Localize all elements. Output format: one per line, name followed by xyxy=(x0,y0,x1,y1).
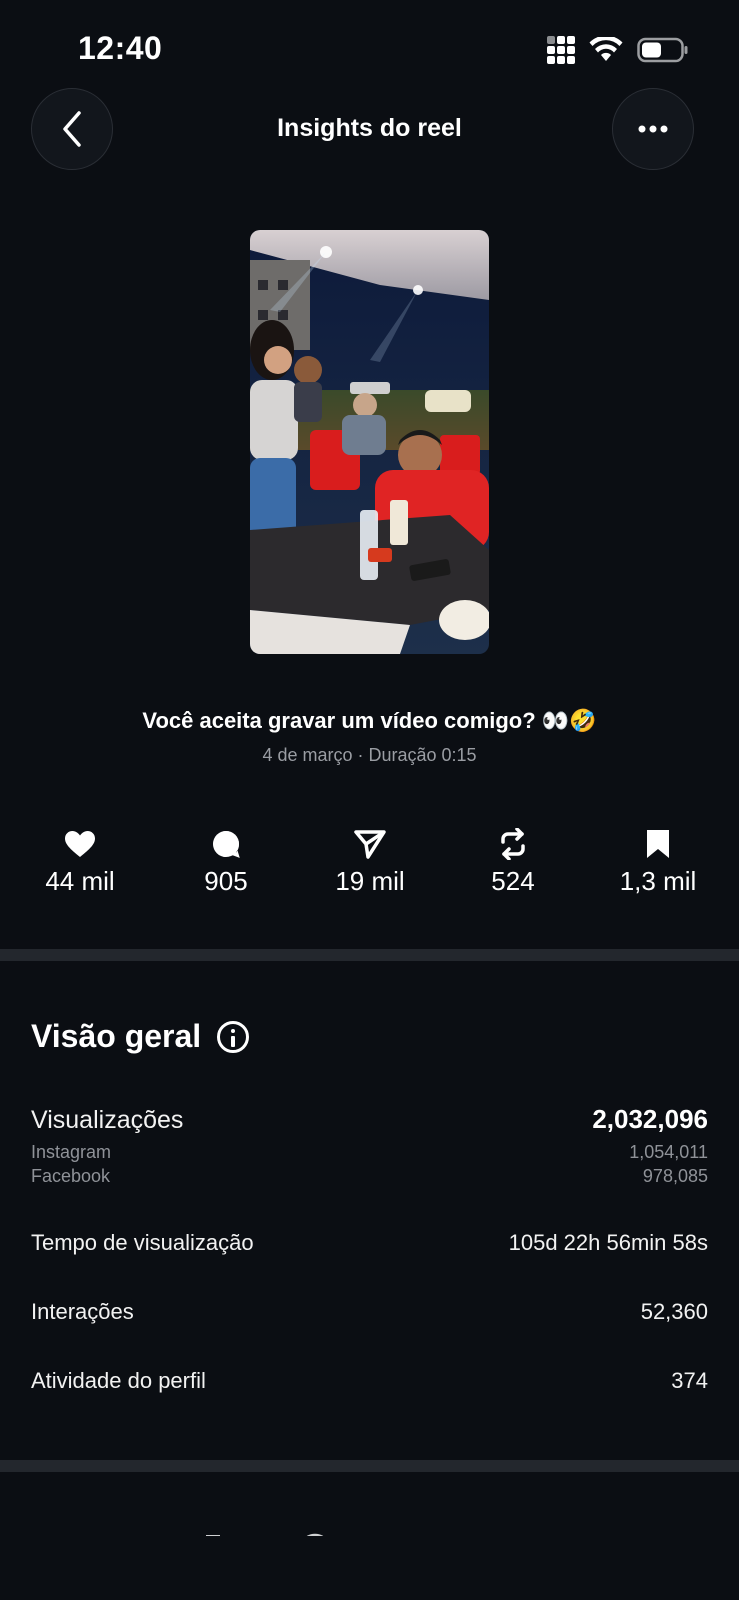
facebook-value: 978,085 xyxy=(642,1166,708,1186)
profile-activity-value: 374 xyxy=(671,1368,708,1393)
saves-count: 1,3 mil xyxy=(619,866,697,896)
comments-count: 905 xyxy=(204,866,248,896)
interactions-label: Interações xyxy=(31,1299,134,1324)
instagram-value: 1,054,011 xyxy=(629,1142,708,1162)
section-divider-bottom xyxy=(0,1460,739,1472)
info-icon[interactable] xyxy=(217,1020,250,1053)
comments-stat[interactable]: 905 xyxy=(156,828,296,897)
comment-icon xyxy=(213,831,240,858)
reel-thumbnail[interactable] xyxy=(250,230,489,654)
ellipsis-icon xyxy=(638,125,668,133)
status-bar: 12:40 xyxy=(0,0,739,90)
reel-meta: 4 de março · Duração 0:15 xyxy=(262,745,477,765)
share-icon xyxy=(354,830,386,859)
reel-caption: Você aceita gravar um vídeo comigo? 👀🤣 xyxy=(142,708,597,733)
reel-insights-screen: 12:40 Insights do reel Você aceita grava… xyxy=(0,0,739,1600)
interactions-value: 52,360 xyxy=(640,1299,708,1324)
likes-count: 44 mil xyxy=(45,866,115,896)
reposts-count: 524 xyxy=(491,866,535,896)
header: Insights do reel xyxy=(0,88,739,172)
profile-activity-row[interactable]: Atividade do perfil 374 xyxy=(31,1368,708,1394)
watch-time-value: 105d 22h 56min 58s xyxy=(508,1230,708,1255)
overview-section-header: Visão geral xyxy=(31,1018,250,1055)
saves-stat[interactable]: 1,3 mil xyxy=(588,828,728,897)
facebook-label: Facebook xyxy=(31,1166,111,1186)
watch-time-row[interactable]: Tempo de visualização 105d 22h 56min 58s xyxy=(31,1230,708,1256)
more-options-button[interactable] xyxy=(612,88,694,170)
repost-icon xyxy=(501,828,525,860)
reposts-stat[interactable]: 524 xyxy=(443,828,583,897)
section-divider xyxy=(0,949,739,961)
next-section-cutoff xyxy=(31,1528,331,1536)
instagram-label: Instagram xyxy=(31,1142,112,1162)
bookmark-icon xyxy=(647,830,669,858)
engagement-stats: 44 mil 905 19 mil 524 1,3 mil xyxy=(0,828,739,898)
cellular-signal-icon xyxy=(547,36,575,64)
shares-count: 19 mil xyxy=(335,866,405,896)
overview-title: Visão geral xyxy=(31,1018,202,1054)
shares-stat[interactable]: 19 mil xyxy=(300,828,440,897)
views-row[interactable]: Visualizações 2,032,096 xyxy=(31,1104,708,1135)
watch-time-label: Tempo de visualização xyxy=(31,1230,254,1255)
views-label: Visualizações xyxy=(31,1106,184,1134)
likes-stat[interactable]: 44 mil xyxy=(10,828,150,897)
views-facebook-row: Facebook 978,085 xyxy=(31,1166,708,1187)
battery-icon xyxy=(637,37,688,63)
status-icons xyxy=(547,36,689,64)
wifi-icon xyxy=(589,37,623,61)
profile-activity-label: Atividade do perfil xyxy=(31,1368,206,1393)
views-value: 2,032,096 xyxy=(592,1104,708,1134)
status-time: 12:40 xyxy=(78,30,163,66)
heart-icon xyxy=(65,831,95,857)
views-instagram-row: Instagram 1,054,011 xyxy=(31,1142,708,1163)
interactions-row[interactable]: Interações 52,360 xyxy=(31,1299,708,1325)
